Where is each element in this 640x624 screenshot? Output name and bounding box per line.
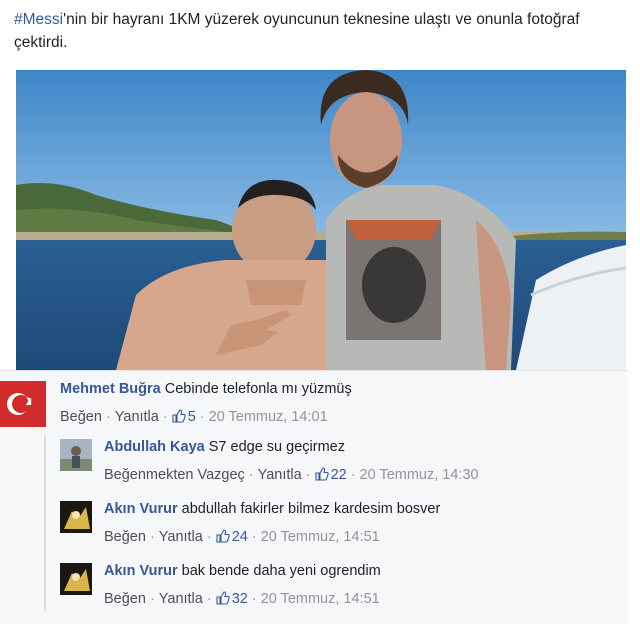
- like-count[interactable]: 24: [216, 529, 248, 545]
- post-photo[interactable]: [16, 70, 626, 370]
- thumbs-up-icon: [315, 467, 329, 481]
- like-count[interactable]: 5: [172, 409, 196, 425]
- user-photo-icon: [60, 501, 92, 533]
- reply-button[interactable]: Yanıtla: [258, 467, 302, 483]
- comment-author[interactable]: Abdullah Kaya: [104, 439, 205, 455]
- like-button[interactable]: Beğen: [104, 591, 146, 607]
- thumbs-up-icon: [172, 409, 186, 423]
- comment-time[interactable]: 20 Temmuz, 14:51: [261, 529, 380, 545]
- user-photo-icon: [60, 439, 92, 471]
- reply-button[interactable]: Yanıtla: [159, 529, 203, 545]
- like-count[interactable]: 32: [216, 591, 248, 607]
- comment-time[interactable]: 20 Temmuz, 14:30: [360, 467, 479, 483]
- like-button[interactable]: Beğen: [60, 409, 102, 425]
- comment-text: S7 edge su geçirmez: [208, 439, 345, 455]
- photo-image: [16, 70, 626, 370]
- comment-text: abdullah fakirler bilmez kardesim bosver: [181, 501, 441, 517]
- user-photo-icon: [60, 563, 92, 595]
- comment-text: bak bende daha yeni ogrendim: [181, 563, 381, 579]
- post-text: #Messi'nin bir hayranı 1KM yüzerek oyunc…: [14, 8, 629, 54]
- avatar[interactable]: [60, 439, 92, 471]
- avatar[interactable]: [60, 563, 92, 595]
- comments-section: Mehmet Buğra Cebinde telefonla mı yüzmüş…: [0, 370, 628, 624]
- hashtag-link[interactable]: #Messi: [14, 11, 63, 28]
- comment-author[interactable]: Akın Vurur: [104, 563, 178, 579]
- thumbs-up-icon: [216, 529, 230, 543]
- comment-time[interactable]: 20 Temmuz, 14:01: [209, 409, 328, 425]
- comment-author[interactable]: Akın Vurur: [104, 501, 178, 517]
- reply-divider: [44, 435, 46, 611]
- comment-text: Cebinde telefonla mı yüzmüş: [164, 381, 352, 397]
- reply-button[interactable]: Yanıtla: [115, 409, 159, 425]
- comment-time[interactable]: 20 Temmuz, 14:51: [261, 591, 380, 607]
- reply-button[interactable]: Yanıtla: [159, 591, 203, 607]
- like-count[interactable]: 22: [315, 467, 347, 483]
- unlike-button[interactable]: Beğenmekten Vazgeç: [104, 467, 245, 483]
- turkish-flag-icon: [0, 381, 46, 427]
- thumbs-up-icon: [216, 591, 230, 605]
- post-body: 'nin bir hayranı 1KM yüzerek oyuncunun t…: [14, 11, 580, 51]
- comment-author[interactable]: Mehmet Buğra: [60, 381, 161, 397]
- like-button[interactable]: Beğen: [104, 529, 146, 545]
- avatar[interactable]: [60, 501, 92, 533]
- avatar[interactable]: [0, 381, 46, 427]
